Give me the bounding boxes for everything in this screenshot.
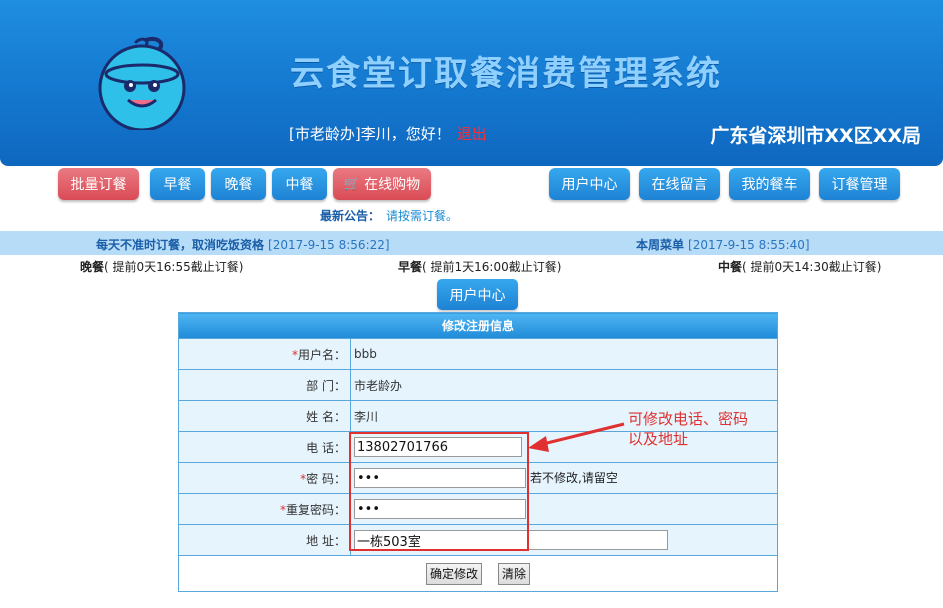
lunch-label: 中餐 [285, 177, 314, 193]
password-confirm-input[interactable] [354, 499, 526, 519]
phone-input[interactable] [354, 437, 522, 457]
submit-button[interactable]: 确定修改 [425, 562, 482, 585]
online-shop-label: 在线购物 [364, 177, 421, 193]
username-label: *用户名： [178, 338, 351, 370]
password-cell: 若不修改,请留空 [350, 462, 778, 494]
username-label-text: 用户名： [297, 347, 346, 362]
form-actions-row: 确定修改 清除 [178, 555, 778, 592]
logout-link[interactable]: 退出 [457, 125, 487, 143]
annotation-note: 可修改电话、密码 以及地址 [628, 409, 748, 449]
annotation-line-2: 以及地址 [628, 430, 689, 448]
form-title: 修改注册信息 [178, 312, 778, 339]
batch-order-button[interactable]: 批量订餐 [58, 168, 139, 200]
breakfast-button[interactable]: 早餐 [150, 168, 205, 200]
user-center-label: 用户中心 [449, 287, 506, 304]
department-value: 市老龄办 [350, 369, 778, 401]
order-management-label: 订餐管理 [831, 177, 888, 193]
meal-name: 早餐 [398, 260, 423, 274]
meal-deadline-dinner: 晚餐( 提前0天16:55截止订餐) [80, 258, 243, 275]
meal-detail: ( 提前0天14:30截止订餐) [742, 260, 882, 274]
user-center-nav-button[interactable]: 用户中心 [549, 168, 630, 200]
meal-deadline-lunch: 中餐( 提前0天14:30截止订餐) [718, 258, 881, 275]
system-title: 云食堂订取餐消费管理系统 [290, 54, 722, 94]
meal-detail: ( 提前1天16:00截止订餐) [422, 260, 562, 274]
form-row-department: 部 门： 市老龄办 [178, 369, 778, 401]
department-label: 部 门： [178, 369, 351, 401]
form-row-address: 地 址： [178, 524, 778, 556]
bowl-logo-icon [98, 37, 186, 130]
password-confirm-label: *重复密码： [178, 493, 351, 525]
form-actions: 确定修改 清除 [178, 555, 778, 592]
password-hint: 若不修改,请留空 [530, 470, 618, 485]
dinner-label: 晚餐 [224, 177, 253, 193]
address-cell [350, 524, 778, 556]
meal-detail: ( 提前0天16:55截止订餐) [104, 260, 244, 274]
dinner-button[interactable]: 晚餐 [211, 168, 266, 200]
notice-label: 最新公告： [320, 209, 381, 223]
meal-name: 中餐 [718, 260, 743, 274]
meal-name: 晚餐 [80, 260, 105, 274]
user-center-button[interactable]: 用户中心 [437, 279, 518, 310]
form-row-password: *密 码： 若不修改,请留空 [178, 462, 778, 494]
organization-name: 广东省深圳市XX区XX局 [710, 125, 921, 147]
address-label: 地 址： [178, 524, 351, 556]
order-management-button[interactable]: 订餐管理 [819, 168, 900, 200]
my-cart-button[interactable]: 我的餐车 [729, 168, 810, 200]
info-right[interactable]: 本周菜单 [2017-9-15 8:55:40] [636, 236, 810, 253]
latest-notice: 最新公告： 请按需订餐。 [320, 207, 458, 224]
online-shop-button[interactable]: 🛒 在线购物 [333, 168, 431, 200]
password-confirm-cell [350, 493, 778, 525]
my-cart-label: 我的餐车 [741, 177, 798, 193]
lunch-button[interactable]: 中餐 [272, 168, 327, 200]
online-message-label: 在线留言 [651, 177, 708, 193]
greeting-text: [市老龄办]李川，您好！ [289, 125, 451, 143]
notice-text[interactable]: 请按需订餐。 [386, 209, 458, 223]
meal-deadline-breakfast: 早餐( 提前1天16:00截止订餐) [398, 258, 561, 275]
header-banner: 云食堂订取餐消费管理系统 [市老龄办]李川，您好！ 退出 广东省深圳市XX区XX局 [0, 0, 943, 166]
batch-order-label: 批量订餐 [70, 177, 127, 193]
info-right-title: 本周菜单 [636, 238, 685, 252]
user-center-nav-label: 用户中心 [561, 177, 618, 193]
clear-button[interactable]: 清除 [498, 562, 531, 585]
edit-profile-form: 修改注册信息 *用户名： bbb 部 门： 市老龄办 姓 名： 李川 电 话： … [178, 312, 778, 592]
username-value: bbb [350, 338, 778, 370]
breakfast-label: 早餐 [163, 177, 192, 193]
annotation-line-1: 可修改电话、密码 [628, 410, 749, 428]
password-label-text: 密 码： [306, 471, 346, 486]
address-input[interactable] [354, 530, 668, 550]
password-input[interactable] [354, 468, 526, 488]
form-row-username: *用户名： bbb [178, 338, 778, 370]
form-row-password-confirm: *重复密码： [178, 493, 778, 525]
info-left-date: [2017-9-15 8:56:22] [268, 238, 390, 252]
phone-label: 电 话： [178, 431, 351, 463]
password-confirm-label-text: 重复密码： [285, 502, 346, 517]
online-message-button[interactable]: 在线留言 [639, 168, 720, 200]
info-right-date: [2017-9-15 8:55:40] [688, 238, 810, 252]
name-label: 姓 名： [178, 400, 351, 432]
user-greeting: [市老龄办]李川，您好！ 退出 [289, 123, 487, 144]
info-left[interactable]: 每天不准时订餐，取消吃饭资格 [2017-9-15 8:56:22] [96, 236, 390, 253]
form-header-row: 修改注册信息 [178, 312, 778, 339]
password-label: *密 码： [178, 462, 351, 494]
cart-icon: 🛒 [343, 176, 361, 192]
info-left-title: 每天不准时订餐，取消吃饭资格 [96, 238, 265, 252]
